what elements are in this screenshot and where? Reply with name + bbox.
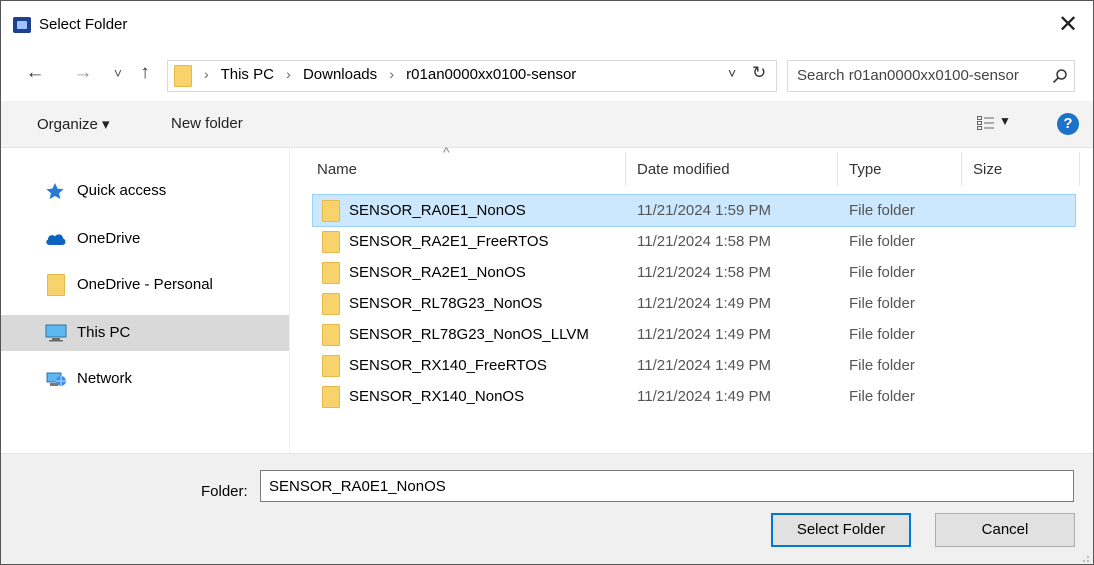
up-arrow-icon[interactable]: ↑ [133, 61, 157, 85]
close-icon[interactable]: ✕ [1053, 11, 1083, 39]
folder-name-field[interactable] [260, 470, 1074, 502]
cloud-icon [46, 234, 66, 245]
sidebar-item-label: Quick access [77, 182, 167, 199]
computer-icon [45, 324, 67, 342]
column-header-type[interactable]: Type [849, 161, 882, 178]
column-divider[interactable] [1079, 152, 1080, 186]
chevron-right-icon[interactable]: › [286, 66, 291, 82]
dialog-footer: Folder: Select Folder Cancel [1, 453, 1093, 564]
file-type: File folder [849, 388, 915, 405]
column-divider[interactable] [837, 152, 838, 186]
file-name: SENSOR_RA2E1_FreeRTOS [349, 233, 549, 250]
chevron-down-icon[interactable]: ˅ [728, 65, 736, 81]
chevron-right-icon[interactable]: › [389, 66, 394, 82]
file-date-modified: 11/21/2024 1:59 PM [637, 202, 771, 219]
file-type: File folder [849, 326, 915, 343]
folder-icon [322, 262, 340, 284]
table-row[interactable]: SENSOR_RA0E1_NonOS 11/21/2024 1:59 PM Fi… [312, 194, 1076, 227]
file-type: File folder [849, 202, 915, 219]
sidebar-item-network[interactable]: Network [1, 361, 289, 397]
file-name: SENSOR_RX140_NonOS [349, 388, 525, 405]
file-type: File folder [849, 264, 915, 281]
view-dropdown-icon[interactable]: ▼ [999, 114, 1011, 128]
file-name: SENSOR_RA2E1_NonOS [349, 264, 526, 281]
back-arrow-icon[interactable]: ← [23, 61, 47, 85]
column-header-row: Name ^ Date modified Type Size [291, 144, 1093, 190]
file-type: File folder [849, 233, 915, 250]
sidebar-item-label: Network [77, 370, 133, 387]
file-name: SENSOR_RX140_FreeRTOS [349, 357, 547, 374]
sidebar-item-onedrive[interactable]: OneDrive [1, 221, 289, 257]
organize-button[interactable]: Organize ▾ [37, 115, 110, 133]
new-folder-button[interactable]: New folder [171, 115, 243, 132]
view-options-icon[interactable] [977, 116, 995, 130]
folder-icon [322, 293, 340, 315]
sidebar-item-label: OneDrive [77, 230, 141, 247]
address-bar[interactable]: › This PC › Downloads › r01an0000xx0100-… [167, 60, 777, 92]
select-folder-dialog: Select Folder ✕ ← → ˅ ↑ › This PC › Down… [0, 0, 1094, 565]
file-date-modified: 11/21/2024 1:49 PM [637, 295, 771, 312]
search-placeholder: Search r01an0000xx0100-sensor [797, 67, 1019, 84]
recent-locations-icon[interactable]: ˅ [109, 61, 127, 85]
network-icon [46, 372, 66, 386]
file-type: File folder [849, 295, 915, 312]
breadcrumb: › This PC › Downloads › r01an0000xx0100-… [204, 66, 576, 83]
cancel-button[interactable]: Cancel [935, 513, 1075, 547]
table-row[interactable]: SENSOR_RX140_NonOS 11/21/2024 1:49 PM Fi… [313, 381, 1075, 412]
file-date-modified: 11/21/2024 1:58 PM [637, 264, 771, 281]
forward-arrow-icon[interactable]: → [71, 61, 95, 85]
folder-icon [322, 324, 340, 346]
table-row[interactable]: SENSOR_RA2E1_NonOS 11/21/2024 1:58 PM Fi… [313, 257, 1075, 288]
table-row[interactable]: SENSOR_RX140_FreeRTOS 11/21/2024 1:49 PM… [313, 350, 1075, 381]
search-input[interactable]: Search r01an0000xx0100-sensor [787, 60, 1075, 92]
help-icon[interactable]: ? [1057, 113, 1079, 135]
window-title: Select Folder [39, 16, 128, 33]
folder-icon [322, 386, 340, 408]
file-list: SENSOR_RA0E1_NonOS 11/21/2024 1:59 PM Fi… [312, 194, 1076, 412]
folder-icon [47, 274, 65, 296]
sidebar-item-quick-access[interactable]: Quick access [1, 173, 289, 209]
folder-icon [322, 355, 340, 377]
sidebar-item-label: This PC [77, 324, 131, 341]
column-header-size[interactable]: Size [973, 161, 1002, 178]
breadcrumb-downloads[interactable]: Downloads [303, 66, 377, 83]
file-date-modified: 11/21/2024 1:58 PM [637, 233, 771, 250]
breadcrumb-current-folder[interactable]: r01an0000xx0100-sensor [406, 66, 576, 83]
title-bar: Select Folder ✕ [1, 1, 1093, 49]
app-icon [13, 17, 31, 33]
file-name: SENSOR_RL78G23_NonOS_LLVM [349, 326, 589, 343]
column-divider[interactable] [961, 152, 962, 186]
command-toolbar: Organize ▾ New folder ▼ ? [1, 101, 1093, 148]
refresh-icon[interactable]: ↻ [752, 63, 766, 83]
sidebar-item-onedrive-personal[interactable]: OneDrive - Personal [1, 267, 289, 303]
folder-icon [322, 231, 340, 253]
file-date-modified: 11/21/2024 1:49 PM [637, 388, 771, 405]
file-date-modified: 11/21/2024 1:49 PM [637, 326, 771, 343]
column-header-date-modified[interactable]: Date modified [637, 161, 730, 178]
chevron-right-icon: › [204, 66, 209, 82]
sort-ascending-icon: ^ [443, 144, 450, 160]
sidebar-item-label: OneDrive - Personal [77, 276, 213, 293]
table-row[interactable]: SENSOR_RL78G23_NonOS 11/21/2024 1:49 PM … [313, 288, 1075, 319]
search-icon[interactable] [1052, 68, 1068, 84]
folder-icon [322, 200, 340, 222]
sidebar-item-this-pc[interactable]: This PC [1, 315, 289, 351]
file-name: SENSOR_RL78G23_NonOS [349, 295, 543, 312]
table-row[interactable]: SENSOR_RA2E1_FreeRTOS 11/21/2024 1:58 PM… [313, 226, 1075, 257]
navigation-pane: Quick access OneDrive OneDrive - Persona… [1, 148, 290, 453]
folder-label: Folder: [201, 483, 248, 500]
column-header-name[interactable]: Name [317, 161, 357, 178]
navigation-bar: ← → ˅ ↑ › This PC › Downloads › r01an000… [1, 53, 1093, 93]
select-folder-button[interactable]: Select Folder [771, 513, 911, 547]
resize-grip-icon[interactable] [1080, 553, 1090, 563]
table-row[interactable]: SENSOR_RL78G23_NonOS_LLVM 11/21/2024 1:4… [313, 319, 1075, 350]
file-name: SENSOR_RA0E1_NonOS [349, 202, 526, 219]
file-date-modified: 11/21/2024 1:49 PM [637, 357, 771, 374]
file-type: File folder [849, 357, 915, 374]
folder-icon [174, 65, 192, 87]
breadcrumb-this-pc[interactable]: This PC [221, 66, 274, 83]
star-icon [46, 183, 64, 199]
column-divider[interactable] [625, 152, 626, 186]
